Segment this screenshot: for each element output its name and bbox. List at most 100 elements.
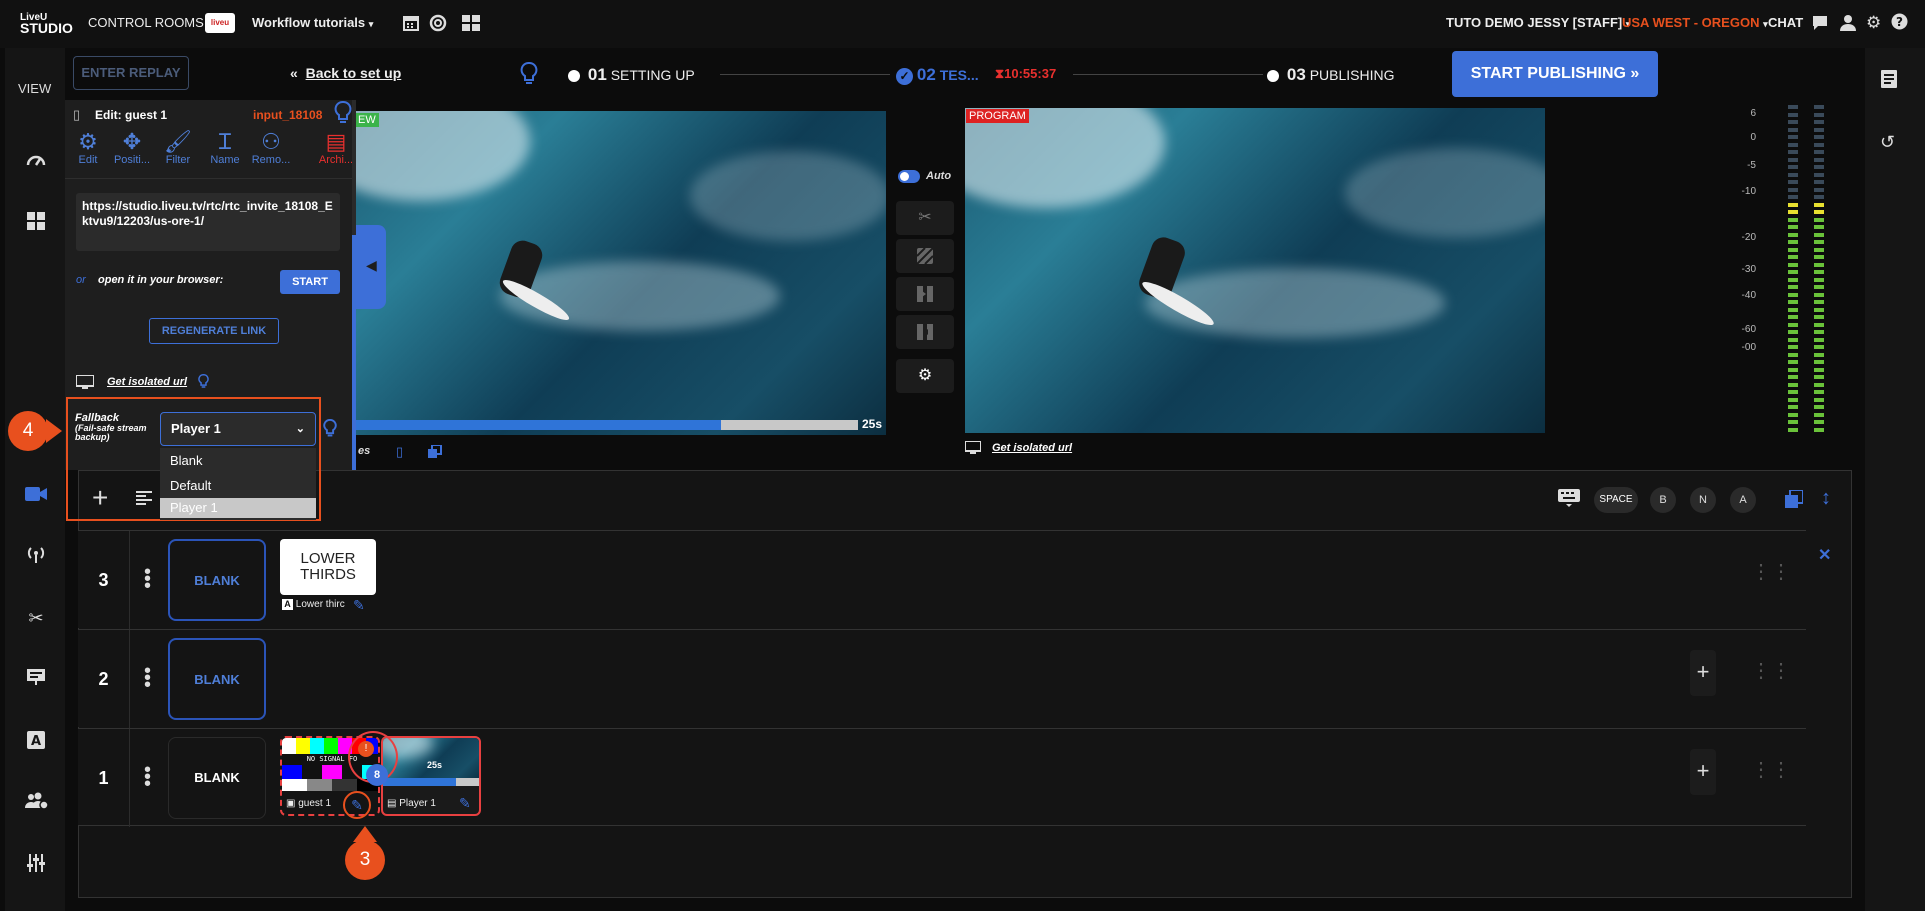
tool-remote[interactable]: ⚇ Remo... [251, 130, 291, 167]
kebab-menu-icon[interactable]: • • • [144, 661, 151, 695]
lightbulb-icon[interactable] [323, 418, 337, 443]
back-to-setup-link[interactable]: « Back to set up [290, 65, 401, 81]
space-shortcut-button[interactable]: SPACE [1594, 487, 1638, 513]
n-shortcut-button[interactable]: N [1690, 487, 1716, 513]
meter-segment [1814, 397, 1824, 402]
region-menu[interactable]: USA WEST - OREGON ▾ [1622, 15, 1768, 30]
step-3[interactable]: 03 PUBLISHING [1267, 65, 1395, 85]
user-menu[interactable]: TUTO DEMO JESSY [STAFF] ▾ [1446, 15, 1630, 30]
step-2[interactable]: ✓ 02 TES... [896, 65, 979, 85]
program-isolated-url-link[interactable]: Get isolated url [992, 442, 1072, 454]
meter-segment [1814, 232, 1824, 237]
scissors-icon[interactable]: ✂ [25, 607, 47, 629]
auto-toggle[interactable] [898, 170, 920, 183]
tool-label: Edit [78, 154, 98, 166]
meter-scale-label: -10 [1741, 186, 1756, 197]
user-icon[interactable] [1840, 14, 1856, 36]
layers-stack-icon[interactable] [1785, 489, 1804, 513]
control-rooms-link[interactable]: CONTROL ROOMS [88, 15, 204, 30]
dashboard-icon[interactable] [25, 151, 47, 173]
kebab-menu-icon[interactable]: • • • [144, 562, 151, 596]
preview-progress-track[interactable] [350, 420, 858, 430]
left-rail: VIEW ✂ A [5, 48, 65, 911]
invite-url-field[interactable]: https://studio.liveu.tv/rtc/rtc_invite_1… [76, 193, 340, 251]
regenerate-link-button[interactable]: REGENERATE LINK [149, 318, 279, 344]
undo-icon[interactable]: ↺ [1880, 132, 1895, 153]
room-selector[interactable]: Workflow tutorials ▾ [252, 15, 373, 30]
panel-scrollbar[interactable] [352, 100, 356, 470]
step-1[interactable]: 01 SETTING UP [568, 65, 695, 85]
transition-slide-button[interactable] [896, 277, 954, 311]
grid-icon[interactable] [25, 212, 47, 234]
transition-wipe-button[interactable] [896, 239, 954, 273]
drag-handle-icon[interactable]: ⋮⋮ [1751, 562, 1791, 592]
scrollbar-thumb[interactable] [352, 235, 356, 470]
resize-vertical-icon[interactable]: ↕ [1821, 487, 1831, 510]
b-shortcut-button[interactable]: B [1650, 487, 1676, 513]
enter-replay-button[interactable]: ENTER REPLAY [73, 56, 189, 90]
tool-filter[interactable]: 🖌 Filter [158, 130, 198, 167]
chat-label[interactable]: CHAT [1768, 15, 1803, 30]
drag-handle-icon[interactable]: ⋮⋮ [1751, 661, 1791, 691]
tool-name[interactable]: Ɪ Name [205, 130, 245, 167]
presentation-icon[interactable] [25, 668, 47, 690]
chevron-left-icon: ◀ [366, 257, 377, 273]
tool-edit[interactable]: ⚙ Edit [68, 130, 108, 167]
edit-pencil-icon[interactable]: ✎ [343, 791, 371, 819]
lightbulb-icon[interactable] [198, 374, 209, 394]
notes-icon[interactable] [1881, 70, 1897, 93]
transition-settings-gear-icon[interactable]: ⚙ [896, 359, 954, 393]
collapse-panel-handle[interactable]: ◀ [352, 225, 386, 309]
blank-slot-button[interactable]: BLANK [168, 737, 266, 819]
view-label[interactable]: VIEW [18, 81, 51, 96]
annotation-arrow-3 [353, 826, 377, 842]
a-shortcut-button[interactable]: A [1730, 487, 1756, 513]
blank-slot-button[interactable]: BLANK [168, 539, 266, 621]
text-icon[interactable]: A [25, 731, 47, 753]
start-button[interactable]: START [280, 270, 340, 294]
kebab-menu-icon[interactable]: • • • [144, 760, 151, 794]
help-icon[interactable]: ? [1891, 13, 1908, 35]
chevron-down-icon: ▾ [368, 19, 374, 29]
fallback-select[interactable]: Player 1 ⌄ [160, 412, 316, 446]
sliders-icon[interactable] [25, 854, 47, 876]
meter-segment [1814, 352, 1824, 357]
broadcast-icon[interactable] [25, 545, 47, 567]
keyboard-icon[interactable] [1558, 489, 1580, 512]
add-source-button[interactable]: + [1690, 749, 1716, 795]
edit-pencil-icon[interactable]: ✎ [459, 795, 471, 812]
gear-icon[interactable]: ⚙ [1866, 14, 1881, 31]
lower-thirds-card[interactable]: LOWER THIRDS [280, 539, 376, 595]
tool-archive[interactable]: ▤ Archi... [316, 130, 356, 167]
meter-segment [1788, 247, 1798, 252]
calendar-icon[interactable] [402, 14, 420, 32]
meter-segment [1814, 112, 1824, 117]
lightbulb-icon[interactable] [520, 62, 538, 91]
mobile-icon[interactable]: ▯ [396, 444, 403, 460]
chat-icon[interactable] [1812, 15, 1828, 36]
lightbulb-icon[interactable] [334, 101, 352, 130]
fallback-option-player-1[interactable]: Player 1 [160, 498, 316, 518]
lifebuoy-icon[interactable] [429, 14, 447, 32]
camera-icon[interactable] [25, 485, 47, 507]
transition-cut-button[interactable]: ✂ [896, 201, 954, 235]
start-publishing-button[interactable]: START PUBLISHING » [1452, 51, 1658, 97]
app-logo[interactable]: LiveU STUDIO [20, 12, 73, 35]
isolated-url-link[interactable]: Get isolated url [107, 376, 187, 388]
copy-icon[interactable] [428, 444, 442, 464]
add-source-button[interactable]: + [1690, 650, 1716, 696]
users-gear-icon[interactable] [25, 792, 49, 814]
fallback-option-default[interactable]: Default [160, 473, 316, 498]
blank-slot-button[interactable]: BLANK [168, 638, 266, 720]
transition-fade-button[interactable] [896, 315, 954, 349]
meter-segment [1788, 225, 1798, 229]
layout-icon[interactable] [461, 14, 481, 32]
drag-handle-icon[interactable]: ⋮⋮ [1751, 760, 1791, 790]
program-monitor[interactable] [965, 108, 1545, 433]
edit-pencil-icon[interactable]: ✎ [353, 597, 365, 614]
close-icon[interactable]: ✕ [1818, 545, 1831, 565]
fallback-option-blank[interactable]: Blank [160, 448, 316, 473]
meter-segment [1788, 172, 1798, 177]
preview-monitor[interactable]: 25s [350, 111, 886, 435]
tool-position[interactable]: ✥ Positi... [112, 130, 152, 167]
